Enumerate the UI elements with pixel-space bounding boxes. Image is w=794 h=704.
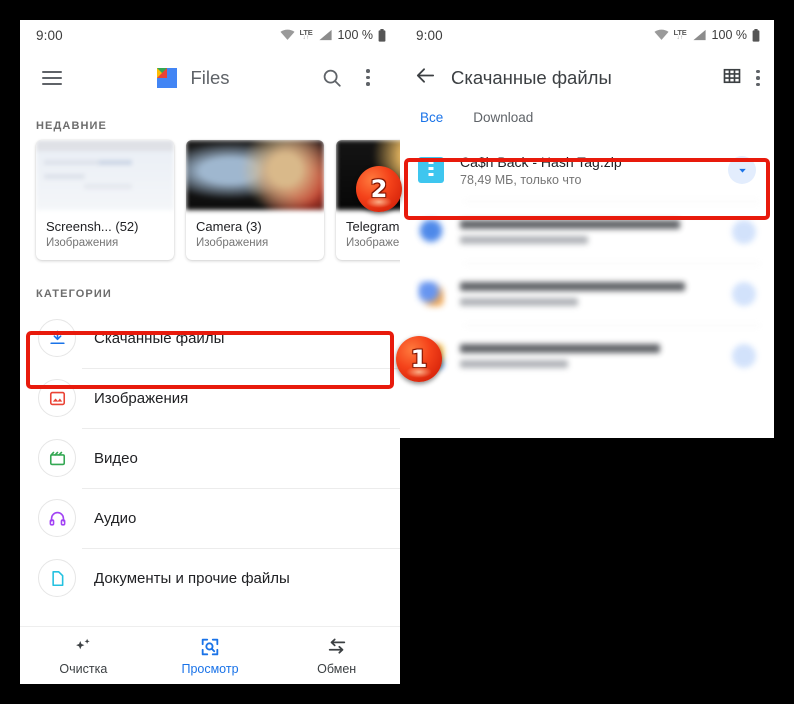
network-type-indicator: LTE ↓↑ [299,27,313,42]
screenshot-stage: 9:00 LTE ↓↑ 100 % Files НЕДАВНИЕ Screens… [0,0,794,704]
chevron-down-icon[interactable] [728,156,756,184]
battery-full-icon [378,28,386,42]
recent-card-name: Camera (3) [196,219,262,234]
more-vert-icon[interactable] [756,69,760,87]
battery-percent: 100 % [337,28,373,42]
screenshot-thumbnail [36,140,174,210]
cellular-signal-icon [692,29,706,41]
sidebar-item-images[interactable]: Изображения [20,368,400,428]
share-transfer-icon [328,638,345,654]
sidebar-item-label: Аудио [94,509,137,527]
page-title: Files [190,66,230,88]
arrow-back-icon[interactable] [414,64,437,92]
grid-view-icon[interactable] [722,66,742,91]
sidebar-item-label: Скачанные файлы [94,329,225,347]
recent-cards-strip[interactable]: Screensh... (52) Изображения Camera (3) … [20,140,400,274]
nav-item-label: Обмен [317,661,357,676]
file-list-item-blurred[interactable] [400,325,774,387]
chevron-down-icon[interactable] [732,220,756,244]
battery-percent: 100 % [711,28,747,42]
sidebar-item-label: Документы и прочие файлы [94,569,290,587]
hamburger-menu-icon[interactable] [34,60,70,96]
sidebar-item-label: Видео [94,449,138,467]
step-badge-2: 2 [356,166,402,212]
files-by-google-logo [154,65,180,91]
sidebar-item-documents[interactable]: Документы и прочие файлы [20,548,400,608]
download-icon [38,319,76,357]
data-arrows-icon: ↓↑ [302,35,310,42]
file-name: Ca$h Back - Hash Tag.zip [460,153,622,170]
file-list-item-blurred[interactable] [400,263,774,325]
wifi-icon [654,29,669,40]
file-text-placeholder [460,344,716,368]
recent-section-label: НЕДАВНИЕ [36,120,107,132]
tab-download[interactable]: Download [473,110,533,125]
browse-search-icon [201,638,219,655]
file-list-item-blurred[interactable] [400,201,774,263]
recent-card-subtitle: Изображени [346,237,400,249]
file-text-placeholder [460,220,716,244]
image-icon [38,379,76,417]
document-icon [38,559,76,597]
recent-card-name: Telegram (2 [346,219,400,234]
recent-card[interactable]: Camera (3) Изображения [186,140,324,260]
status-time: 9:00 [416,27,443,43]
more-vert-icon[interactable] [350,60,386,96]
sidebar-item-video[interactable]: Видео [20,428,400,488]
nav-item-browse[interactable]: Просмотр [147,636,274,676]
zip-archive-icon [418,157,444,183]
chevron-down-icon[interactable] [732,344,756,368]
status-time: 9:00 [36,27,63,43]
data-arrows-icon: ↓↑ [676,35,684,42]
nav-item-label: Просмотр [181,661,239,676]
video-icon [38,439,76,477]
tab-all[interactable]: Все [420,110,443,125]
battery-full-icon [752,28,760,42]
app-title-group: Files [70,65,314,91]
wifi-icon [280,29,295,40]
headphones-icon [38,499,76,537]
recent-card[interactable]: Screensh... (52) Изображения [36,140,174,260]
file-list-item-zip[interactable]: Ca$h Back - Hash Tag.zip 78,49 МБ, тольк… [400,139,774,201]
recent-card-name: Screensh... (52) [46,219,139,234]
file-subtitle: 78,49 МБ, только что [460,172,582,187]
camera-thumbnail [186,140,324,210]
recent-card-subtitle: Изображения [46,237,119,249]
app-bar: Files [20,50,400,106]
status-bar: 9:00 LTE ↓↑ 100 % [20,20,400,50]
page-title: Скачанные файлы [451,67,612,88]
nav-item-label: Очистка [59,661,108,676]
sidebar-item-audio[interactable]: Аудио [20,488,400,548]
downloads-screen: 9:00 LTE ↓↑ 100 % Скачанные файлы Все Do… [400,20,774,438]
nav-item-share[interactable]: Обмен [273,636,400,676]
cellular-signal-icon [318,29,332,41]
bottom-navigation-bar: Очистка Просмотр Обмен [20,626,400,684]
sparkle-clean-icon [76,638,91,649]
sidebar-item-label: Изображения [94,389,189,407]
status-bar: 9:00 LTE ↓↑ 100 % [400,20,774,50]
nav-item-clean[interactable]: Очистка [20,636,147,676]
step-badge-1: 1 [396,336,442,382]
file-type-icon [418,219,444,245]
files-app-home-screen: 9:00 LTE ↓↑ 100 % Files НЕДАВНИЕ Screens… [20,20,400,684]
search-icon[interactable] [314,60,350,96]
sidebar-item-downloads[interactable]: Скачанные файлы [20,308,400,368]
network-type-indicator: LTE ↓↑ [673,27,687,42]
file-type-icon [418,281,444,307]
file-text-placeholder [460,282,716,306]
categories-section-label: КАТЕГОРИИ [36,288,112,300]
app-bar: Скачанные файлы [400,50,774,106]
recent-card-subtitle: Изображения [196,237,269,249]
filter-tabs: Все Download [400,106,774,139]
chevron-down-icon[interactable] [732,282,756,306]
